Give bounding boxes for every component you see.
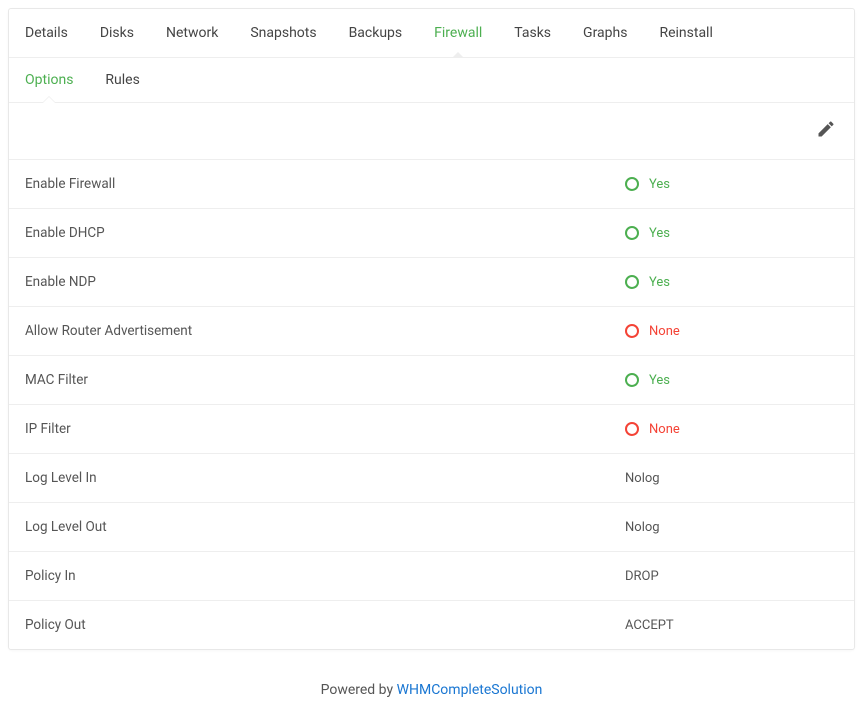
value-text: ACCEPT <box>625 618 674 633</box>
tab-network[interactable]: Network <box>150 9 234 57</box>
option-row: MAC Filter Yes <box>9 356 854 405</box>
option-value: ACCEPT <box>625 618 674 633</box>
status-text: Yes <box>649 177 670 192</box>
toolbar <box>9 103 854 160</box>
tab-snapshots[interactable]: Snapshots <box>234 9 332 57</box>
status-circle-icon <box>625 226 639 240</box>
option-label: Log Level In <box>25 470 625 486</box>
option-label: Policy In <box>25 568 625 584</box>
status-circle-icon <box>625 324 639 338</box>
tab-reinstall[interactable]: Reinstall <box>643 9 728 57</box>
option-value: DROP <box>625 569 659 584</box>
subtab-rules[interactable]: Rules <box>89 58 155 102</box>
footer: Powered by WHMCompleteSolution <box>0 658 863 722</box>
option-value: Yes <box>625 275 670 290</box>
tab-details[interactable]: Details <box>9 9 84 57</box>
option-label: Enable DHCP <box>25 225 625 241</box>
tab-firewall[interactable]: Firewall <box>418 9 498 57</box>
status-circle-icon <box>625 373 639 387</box>
option-row: Allow Router Advertisement None <box>9 307 854 356</box>
option-label: Enable Firewall <box>25 176 625 192</box>
status-text: Yes <box>649 226 670 241</box>
footer-prefix: Powered by <box>321 682 397 698</box>
value-text: DROP <box>625 569 659 584</box>
option-row: Policy OutACCEPT <box>9 601 854 649</box>
footer-link[interactable]: WHMCompleteSolution <box>397 682 543 698</box>
option-row: Enable DHCP Yes <box>9 209 854 258</box>
option-value: Yes <box>625 226 670 241</box>
option-row: Log Level OutNolog <box>9 503 854 552</box>
status-circle-icon <box>625 275 639 289</box>
status-text: Yes <box>649 275 670 290</box>
option-label: Enable NDP <box>25 274 625 290</box>
option-value: Yes <box>625 177 670 192</box>
edit-icon[interactable] <box>816 119 836 143</box>
option-value: Nolog <box>625 520 660 535</box>
option-value: Nolog <box>625 471 660 486</box>
subtab-options[interactable]: Options <box>9 58 89 102</box>
options-list: Enable FirewallYesEnable DHCPYesEnable N… <box>9 160 854 649</box>
status-text: None <box>649 324 680 339</box>
option-label: Policy Out <box>25 617 625 633</box>
value-text: Nolog <box>625 471 660 486</box>
option-row: Log Level InNolog <box>9 454 854 503</box>
option-row: Policy InDROP <box>9 552 854 601</box>
tab-backups[interactable]: Backups <box>333 9 419 57</box>
option-label: Log Level Out <box>25 519 625 535</box>
status-text: Yes <box>649 373 670 388</box>
status-text: None <box>649 422 680 437</box>
tab-disks[interactable]: Disks <box>84 9 150 57</box>
tab-graphs[interactable]: Graphs <box>567 9 643 57</box>
sub-tabs: OptionsRules <box>9 58 854 103</box>
status-circle-icon <box>625 422 639 436</box>
tab-tasks[interactable]: Tasks <box>498 9 567 57</box>
option-row: IP Filter None <box>9 405 854 454</box>
value-text: Nolog <box>625 520 660 535</box>
option-label: Allow Router Advertisement <box>25 323 625 339</box>
option-value: None <box>625 422 680 437</box>
main-tabs: DetailsDisksNetworkSnapshotsBackupsFirew… <box>9 9 854 58</box>
option-row: Enable Firewall Yes <box>9 160 854 209</box>
option-row: Enable NDP Yes <box>9 258 854 307</box>
option-value: Yes <box>625 373 670 388</box>
status-circle-icon <box>625 177 639 191</box>
option-label: IP Filter <box>25 421 625 437</box>
option-label: MAC Filter <box>25 372 625 388</box>
option-value: None <box>625 324 680 339</box>
